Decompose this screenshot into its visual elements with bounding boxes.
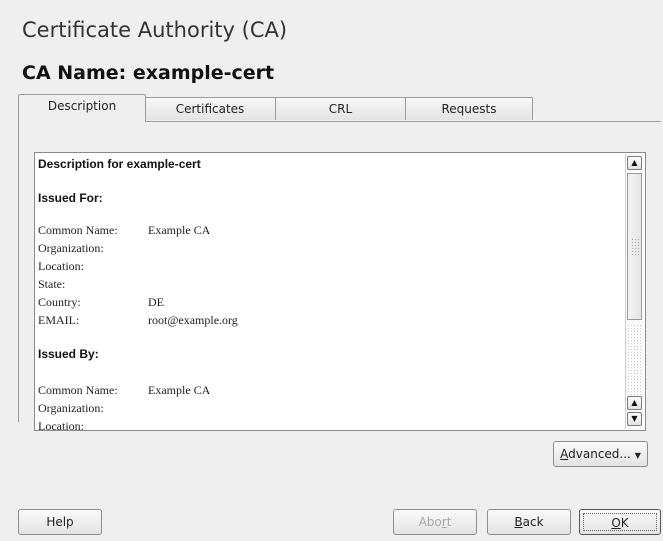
issued-for-row: Country: DE bbox=[38, 295, 164, 310]
scroll-up-button-lower[interactable]: ▲ bbox=[627, 396, 642, 410]
advanced-label: dvanced... bbox=[568, 447, 631, 461]
field-value: Example CA bbox=[148, 383, 211, 397]
field-key: Organization: bbox=[38, 401, 104, 415]
scroll-up-button[interactable]: ▲ bbox=[627, 156, 642, 170]
issued-for-row: EMAIL: root@example.org bbox=[38, 313, 238, 328]
ok-label: K bbox=[620, 516, 629, 530]
description-text-view[interactable]: Description for example-cert Issued For:… bbox=[34, 152, 646, 431]
abort-button[interactable]: Abort bbox=[393, 509, 477, 535]
help-button[interactable]: Help bbox=[18, 509, 102, 535]
tab-description[interactable]: Description bbox=[18, 94, 146, 122]
chevron-down-icon: ▼ bbox=[634, 451, 641, 460]
ok-focus-ring: OK bbox=[583, 513, 657, 531]
field-key: Common Name: bbox=[38, 223, 118, 237]
ok-mnemonic: O bbox=[611, 516, 621, 530]
abort-label-post: t bbox=[446, 515, 452, 529]
issued-for-row: State: bbox=[38, 277, 148, 292]
scrollbar-thumb[interactable] bbox=[627, 173, 642, 320]
field-key: State: bbox=[38, 277, 66, 291]
field-key: Location: bbox=[38, 419, 84, 431]
description-title: Description for example-cert bbox=[38, 157, 201, 171]
field-key: Organization: bbox=[38, 241, 104, 255]
issued-by-row: Common Name: Example CA bbox=[38, 383, 210, 398]
back-label: ack bbox=[522, 515, 544, 529]
field-value: DE bbox=[148, 295, 164, 309]
back-button[interactable]: Back bbox=[487, 509, 571, 535]
ca-name-heading: CA Name: example-cert bbox=[22, 62, 275, 84]
arrow-up-icon: ▲ bbox=[631, 398, 638, 407]
issued-for-row: Common Name: Example CA bbox=[38, 223, 210, 238]
issued-for-row: Organization: bbox=[38, 241, 148, 256]
issued-for-heading: Issued For: bbox=[38, 191, 103, 205]
tab-bar: Description Certificates CRL Requests bbox=[18, 94, 658, 122]
field-key: Country: bbox=[38, 295, 81, 309]
arrow-up-icon: ▲ bbox=[631, 158, 638, 167]
tab-requests[interactable]: Requests bbox=[405, 97, 533, 120]
scroll-down-button[interactable]: ▼ bbox=[627, 412, 642, 426]
advanced-button[interactable]: Advanced... ▼ bbox=[553, 441, 648, 467]
vertical-scrollbar[interactable]: ▲ ▲ ▼ bbox=[625, 154, 644, 429]
issued-by-heading: Issued By: bbox=[38, 347, 99, 361]
field-value: Example CA bbox=[148, 223, 211, 237]
tab-crl[interactable]: CRL bbox=[275, 97, 406, 120]
issued-by-row: Location: bbox=[38, 419, 148, 431]
scrollbar-track[interactable] bbox=[627, 324, 642, 396]
issued-by-row: Organization: bbox=[38, 401, 148, 416]
field-key: EMAIL: bbox=[38, 313, 80, 327]
issued-for-row: Location: bbox=[38, 259, 148, 274]
back-mnemonic: B bbox=[514, 515, 523, 529]
window-title: Certificate Authority (CA) bbox=[22, 18, 288, 42]
field-key: Location: bbox=[38, 259, 84, 273]
field-key: Common Name: bbox=[38, 383, 118, 397]
ok-button[interactable]: OK bbox=[579, 509, 661, 535]
tab-certificates[interactable]: Certificates bbox=[144, 97, 276, 120]
advanced-mnemonic: A bbox=[560, 447, 569, 461]
abort-label-pre: Abo bbox=[418, 515, 442, 529]
arrow-down-icon: ▼ bbox=[631, 414, 638, 423]
grip-icon bbox=[631, 238, 640, 256]
field-value: root@example.org bbox=[148, 313, 238, 327]
